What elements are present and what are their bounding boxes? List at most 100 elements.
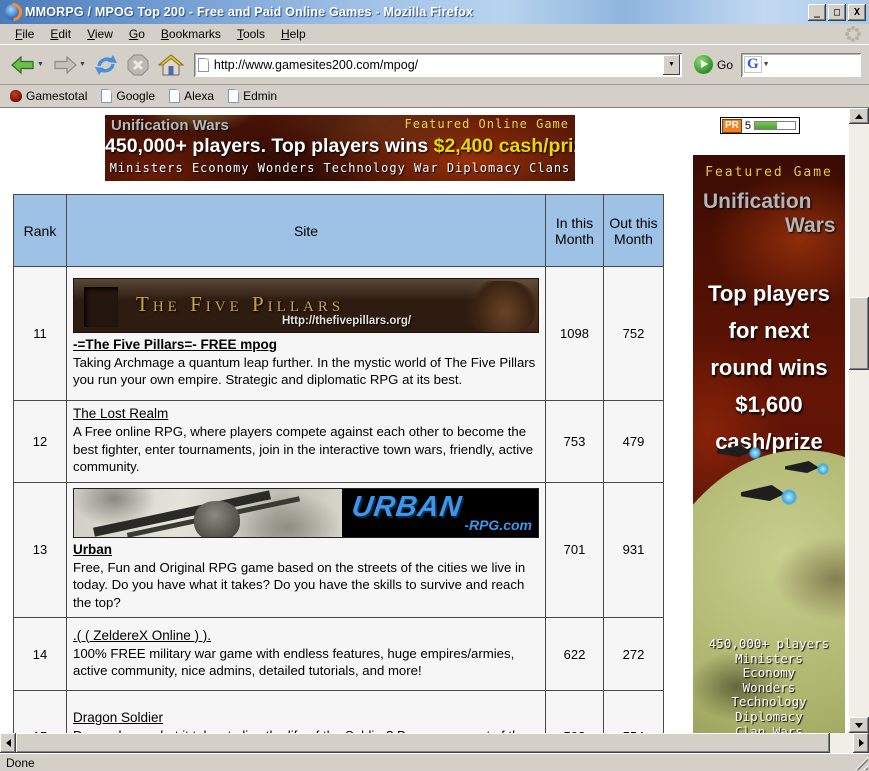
vertical-scroll-thumb[interactable] [849,297,869,370]
banner-prize-text: $2,400 cash/prize [434,135,575,157]
site-link[interactable]: .( ( ZeldereX Online ) ). [73,628,211,643]
hooded-figure-graphic [466,281,536,333]
menu-tools[interactable]: Tools [230,25,272,43]
status-bar: Done [0,753,869,771]
site-description: 100% FREE military war game with endless… [73,645,539,680]
home-icon [158,53,184,77]
sidebar-prize-text: Top playersfor nextround wins$1,600cash/… [693,275,845,460]
site-cell: The Lost Realm A Free online RPG, where p… [67,401,546,483]
header-in-this-month: In this Month [546,195,604,267]
sidebar-featured-label: Featured Game [693,165,845,180]
menu-file[interactable]: File [8,25,41,43]
in-this-month-cell: 753 [546,401,604,483]
site-link[interactable]: The Lost Realm [73,406,168,421]
banner-players-text: 450,000+ players. Top players wins [105,135,434,157]
pagerank-bar-fill [755,122,777,129]
scroll-right-button[interactable] [853,733,869,753]
google-search-box[interactable]: G ▼ [741,53,861,77]
in-this-month-cell: 622 [546,618,604,691]
vertical-scrollbar[interactable] [849,108,869,733]
throbber-icon [845,26,861,42]
site-link[interactable]: Urban [73,542,112,557]
table-row: 13URBAN-RPG.comUrbanFree, Fun and Origin… [14,482,664,618]
forward-arrow-icon [52,54,78,76]
url-input[interactable]: http://www.gamesites200.com/mpog/ [214,58,663,72]
urban-rpg-banner-image[interactable]: URBAN-RPG.com [73,488,539,538]
horizontal-scroll-thumb[interactable] [16,733,830,753]
rank-cell: 11 [14,267,67,401]
header-out-this-month: Out this Month [604,195,664,267]
menu-bookmarks[interactable]: Bookmarks [154,25,228,43]
out-this-month-cell: 272 [604,618,664,691]
scroll-up-button[interactable] [849,108,869,124]
back-button[interactable]: ▼ [8,50,46,80]
url-bar[interactable]: http://www.gamesites200.com/mpog/ ▼ [194,53,682,77]
forward-button[interactable]: ▼ [50,50,88,80]
go-button[interactable]: Go [690,55,737,74]
header-site: Site [67,195,546,267]
go-icon [694,55,713,74]
stop-button[interactable] [124,50,152,80]
site-description: A Free online RPG, where players compete… [73,423,539,476]
rank-cell: 15 [14,691,67,734]
rifle-graphic [93,490,271,536]
rank-cell: 14 [14,618,67,691]
close-button[interactable]: X [848,4,866,21]
reload-icon [94,53,118,77]
site-link[interactable]: Dragon Soldier [73,710,163,725]
resize-grip[interactable] [855,757,868,770]
nav-toolbar: ▼ ▼ [0,45,869,85]
site-link[interactable]: -=The Five Pillars=- FREE mpog [73,337,277,352]
stop-icon [126,53,150,77]
banner-nav-text: Ministers Economy Wonders Technology War… [105,161,575,175]
table-row: 11The Five PillarsHttp://thefivepillars.… [14,267,664,401]
menu-go[interactable]: Go [122,25,152,43]
sidebar-game-title: Unification Wars [693,190,845,238]
bookmark-google[interactable]: Google [101,89,155,103]
table-row: 12 The Lost Realm A Free online RPG, where… [14,401,664,483]
bookmark-edmin[interactable]: Edmin [228,89,277,103]
unification-wars-banner-ad[interactable]: Unification Wars Featured Online Game 45… [105,115,575,181]
page-content: Unification Wars Featured Online Game 45… [0,108,849,733]
horizontal-scrollbar[interactable] [0,733,869,753]
five-pillars-banner-image[interactable]: The Five PillarsHttp://thefivepillars.or… [73,278,539,333]
menu-help[interactable]: Help [274,25,313,43]
home-button[interactable] [156,50,186,80]
maximize-button[interactable]: □ [828,4,846,21]
in-this-month-cell: 593 [546,691,604,734]
out-this-month-cell: 479 [604,401,664,483]
engine-glow [781,489,797,505]
menu-bar: File Edit View Go Bookmarks Tools Help [0,24,869,45]
rankings-table: Rank Site In this Month Out this Month 1… [13,194,664,733]
header-rank: Rank [14,195,67,267]
site-cell: The Five PillarsHttp://thefivepillars.or… [67,267,546,401]
bookmark-alexa[interactable]: Alexa [169,89,214,103]
scroll-left-button[interactable] [0,733,16,753]
rank-cell: 13 [14,482,67,618]
site-cell: URBAN-RPG.comUrbanFree, Fun and Original… [67,482,546,618]
back-arrow-icon [10,54,36,76]
minimize-button[interactable]: _ [808,4,826,21]
back-dropdown-caret[interactable]: ▼ [37,61,44,68]
pagerank-badge: PR [722,119,742,133]
url-dropdown-button[interactable]: ▼ [663,55,680,75]
out-this-month-cell: 931 [604,482,664,618]
sidebar-feature-list: 450,000+ playersMinistersEconomyWondersT… [693,637,845,733]
forward-dropdown-caret[interactable]: ▼ [79,61,86,68]
gamestotal-icon [10,90,22,102]
out-this-month-cell: 554 [604,691,664,734]
bookmarks-toolbar: Gamestotal Google Alexa Edmin [0,85,869,108]
browser-window: MMORPG / MPOG Top 200 - Free and Paid On… [0,0,869,771]
reload-button[interactable] [92,50,120,80]
sidebar-featured-game-ad[interactable]: Featured Game Unification Wars Top playe… [693,155,845,733]
rank-cell: 12 [14,401,67,483]
scroll-down-button[interactable] [849,717,869,733]
bookmark-gamestotal[interactable]: Gamestotal [10,89,87,103]
engine-glow [817,463,829,475]
bookmark-page-icon [101,89,112,103]
search-engine-caret[interactable]: ▼ [763,61,770,68]
title-bar[interactable]: MMORPG / MPOG Top 200 - Free and Paid On… [0,0,869,24]
bookmark-page-icon [169,89,180,103]
menu-edit[interactable]: Edit [43,25,78,43]
menu-view[interactable]: View [80,25,120,43]
